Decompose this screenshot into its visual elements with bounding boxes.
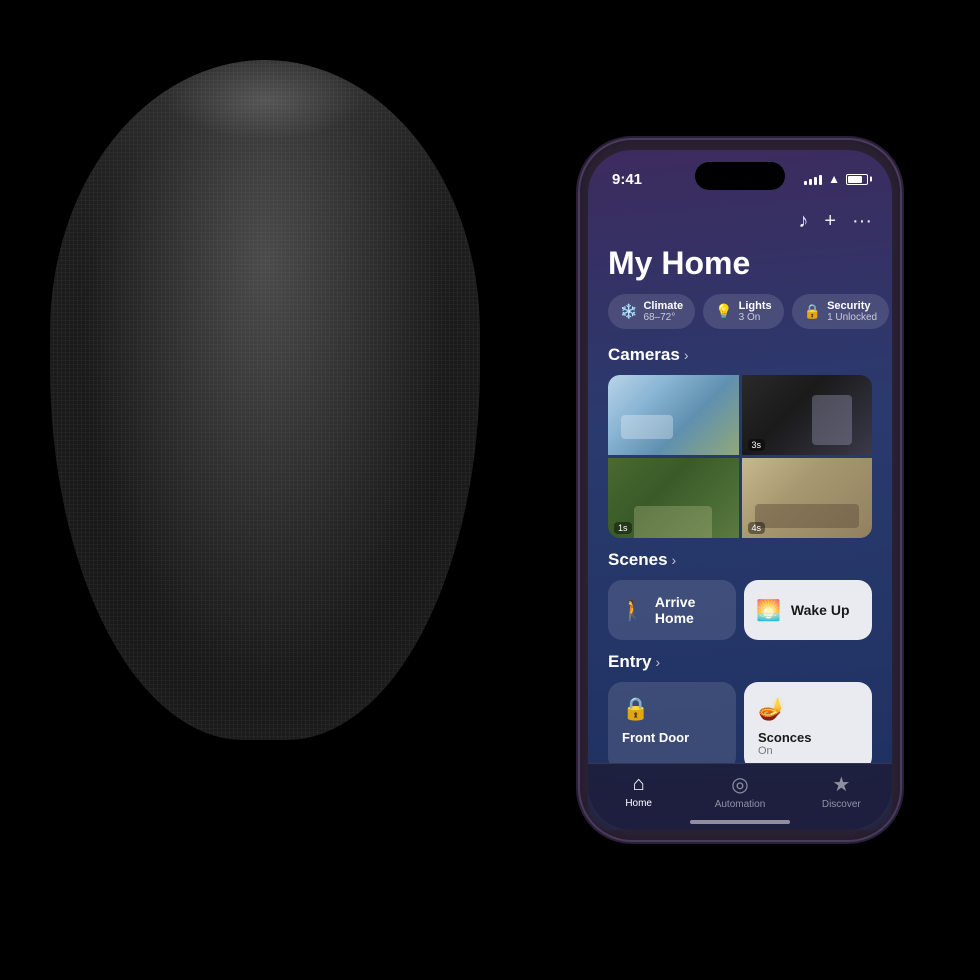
status-icons: ▲	[804, 172, 868, 186]
sconces-text: Sconces On	[758, 730, 858, 757]
discover-tab-label: Discover	[822, 799, 861, 810]
front-door-label: Front Door	[622, 730, 722, 745]
action-bar: ♪ + ···	[588, 202, 892, 241]
camera-object-bike	[812, 395, 852, 445]
tab-automation[interactable]: ◎ Automation	[689, 772, 790, 810]
signal-bar-4	[819, 175, 822, 185]
home-tab-icon: ⌂	[633, 773, 645, 796]
tab-discover[interactable]: ★ Discover	[791, 772, 892, 810]
automation-tab-icon: ◎	[731, 772, 748, 797]
home-indicator	[690, 820, 790, 824]
cameras-section: Cameras › 3s	[588, 345, 892, 550]
homepod-body	[50, 60, 480, 740]
security-value: 1 Unlocked	[827, 312, 877, 323]
entry-section: Entry › 🔒 Front Door 🪔 Sconces	[588, 652, 892, 763]
camera-cell-3[interactable]: 1s	[608, 458, 739, 538]
scenes-chevron-icon[interactable]: ›	[672, 552, 677, 568]
status-time: 9:41	[612, 171, 642, 188]
add-button[interactable]: +	[824, 210, 836, 233]
status-pills-row: ❄️ Climate 68–72° 💡 Lights 3 On	[588, 294, 892, 345]
dynamic-island	[695, 162, 785, 190]
homepod-mesh-texture	[50, 60, 480, 740]
camera-path-element	[634, 506, 712, 538]
camera-timestamp-4: 4s	[748, 522, 766, 534]
camera-cell-4[interactable]: 4s	[742, 458, 873, 538]
voice-button[interactable]: ♪	[798, 210, 808, 233]
camera-cell-2[interactable]: 3s	[742, 375, 873, 455]
entry-section-title: Entry	[608, 652, 651, 672]
security-pill-text: Security 1 Unlocked	[827, 300, 877, 323]
more-button[interactable]: ···	[852, 210, 872, 233]
sconces-card[interactable]: 🪔 Sconces On	[744, 682, 872, 763]
wifi-icon: ▲	[828, 172, 840, 186]
app-content: ♪ + ··· My Home ❄️ Climate 68–72°	[588, 194, 892, 830]
arrive-home-label: Arrive Home	[655, 594, 724, 626]
climate-value: 68–72°	[643, 312, 683, 323]
wake-up-scene-button[interactable]: 🌅 Wake Up	[744, 580, 872, 640]
tab-home[interactable]: ⌂ Home	[588, 773, 689, 809]
iphone-container: 9:41 ▲ ♪	[580, 140, 920, 860]
scenes-section: Scenes › 🚶 Arrive Home 🌅 Wake Up	[588, 550, 892, 652]
camera-timestamp-2: 3s	[748, 439, 766, 451]
iphone-body: 9:41 ▲ ♪	[580, 140, 900, 840]
entry-grid: 🔒 Front Door 🪔 Sconces On	[608, 682, 872, 763]
security-label: Security	[827, 300, 877, 312]
signal-bar-2	[809, 179, 812, 185]
climate-label: Climate	[643, 300, 683, 312]
signal-bars-icon	[804, 173, 822, 185]
scenes-section-title: Scenes	[608, 550, 668, 570]
lights-value: 3 On	[739, 312, 772, 323]
security-pill[interactable]: 🔒 Security 1 Unlocked	[792, 294, 889, 329]
wake-up-label: Wake Up	[791, 602, 850, 618]
sconces-icon: 🪔	[758, 696, 858, 722]
automation-tab-label: Automation	[715, 799, 766, 810]
sconces-sub: On	[758, 745, 858, 757]
scroll-content: Cameras › 3s	[588, 345, 892, 763]
battery-fill	[848, 176, 862, 183]
sconces-label: Sconces	[758, 730, 858, 745]
lights-pill-text: Lights 3 On	[739, 300, 772, 323]
signal-bar-3	[814, 177, 817, 185]
camera-feed-1	[608, 375, 739, 455]
front-door-lock-icon: 🔒	[622, 696, 722, 722]
home-tab-label: Home	[625, 798, 652, 809]
climate-pill-text: Climate 68–72°	[643, 300, 683, 323]
camera-cell-1[interactable]	[608, 375, 739, 455]
battery-icon	[846, 174, 868, 185]
lights-icon: 💡	[715, 303, 732, 320]
camera-timestamp-3: 1s	[614, 522, 632, 534]
arrive-home-icon: 🚶	[620, 598, 645, 623]
lights-pill[interactable]: 💡 Lights 3 On	[703, 294, 783, 329]
cameras-section-title: Cameras	[608, 345, 680, 365]
cameras-chevron-icon[interactable]: ›	[684, 347, 689, 363]
lights-label: Lights	[739, 300, 772, 312]
camera-object-couch	[755, 504, 859, 528]
camera-grid[interactable]: 3s 1s 4s	[608, 375, 872, 538]
wake-up-icon: 🌅	[756, 598, 781, 623]
climate-icon: ❄️	[620, 303, 637, 320]
security-icon: 🔒	[804, 303, 821, 320]
page-title: My Home	[588, 241, 892, 294]
iphone-screen: 9:41 ▲ ♪	[588, 150, 892, 830]
homepod	[50, 60, 530, 840]
climate-pill[interactable]: ❄️ Climate 68–72°	[608, 294, 695, 329]
scenes-section-header: Scenes ›	[608, 550, 872, 570]
cameras-section-header: Cameras ›	[608, 345, 872, 365]
scenes-row: 🚶 Arrive Home 🌅 Wake Up	[608, 580, 872, 640]
discover-tab-icon: ★	[832, 772, 850, 797]
entry-chevron-icon[interactable]: ›	[655, 654, 660, 670]
signal-bar-1	[804, 181, 807, 185]
entry-section-header: Entry ›	[608, 652, 872, 672]
front-door-card[interactable]: 🔒 Front Door	[608, 682, 736, 763]
arrive-home-scene-button[interactable]: 🚶 Arrive Home	[608, 580, 736, 640]
